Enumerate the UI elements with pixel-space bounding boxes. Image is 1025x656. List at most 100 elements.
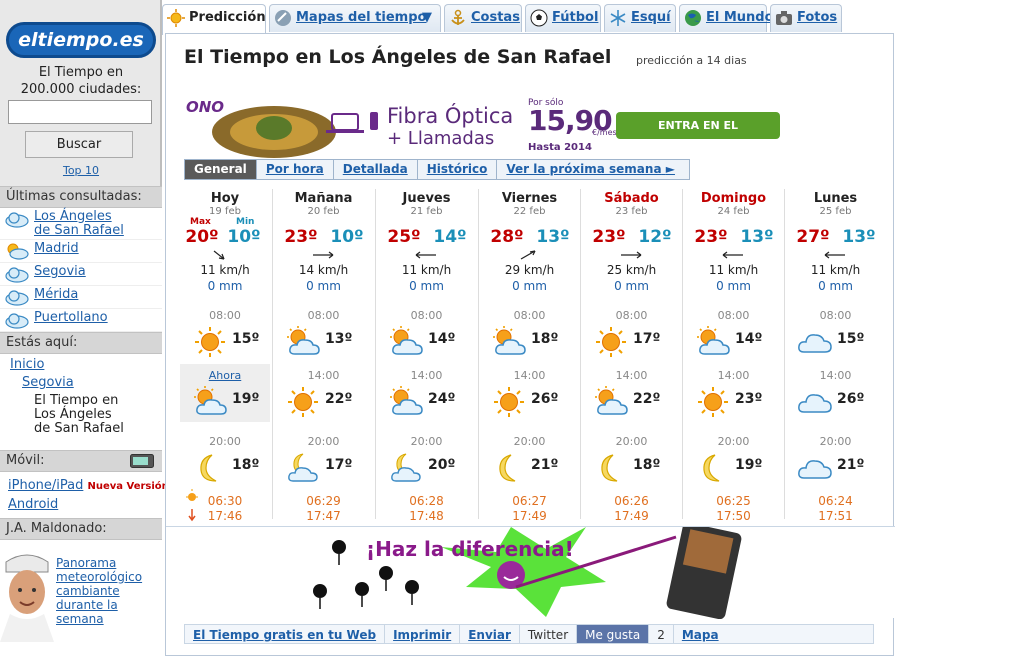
forecast-day: Viernes 22 feb 28º 13º 29 km/h 0 mm 08:00 18º 14… [478,189,580,523]
recent-item-madrid[interactable]: Madrid [0,240,162,263]
wind-direction-icon [721,249,745,259]
mobile-header: Móvil: [0,450,162,472]
sun-icon [491,385,527,419]
crumb-segovia[interactable]: Segovia [22,376,162,390]
forecast-day: Jueves 21 feb 25º 14º 11 km/h 0 mm 08:00 14º 14:… [375,189,477,523]
sunset-time: 17:49 [614,509,649,523]
tab-fotos[interactable]: Fotos [770,4,842,32]
recent-item-puertollano[interactable]: Puertollano [0,309,162,332]
top10-link[interactable]: Top 10 [0,164,162,177]
print-link[interactable]: Imprimir [385,625,461,643]
slot-temp: 21º [531,457,559,473]
recent-item-segovia[interactable]: Segovia [0,263,162,286]
sunset-time: 17:50 [716,509,751,523]
tab-el-mundo[interactable]: El Mundo [679,4,774,32]
slot-temp: 18º [633,457,661,473]
slot-temp: 14º [428,331,456,347]
cloud-icon [5,313,29,329]
sunrise-time: 06:26 [614,494,649,508]
day-date: 23 feb [615,206,648,217]
twitter-button[interactable]: Twitter [520,625,578,643]
bottom-ad-slogan: ¡Haz la diferencia! [366,537,574,561]
breadcrumb: Inicio Segovia El Tiempo en Los Ángeles … [0,354,162,450]
iphone-link[interactable]: iPhone/iPad [8,478,83,493]
slot-temp: 13º [325,331,353,347]
slot-time: 20:00 [209,435,241,448]
day-date: 20 feb [307,206,340,217]
satellite-icon [275,10,291,26]
here-header: Estás aquí: [0,332,162,354]
android-link[interactable]: Android [0,493,162,512]
slot-time: 08:00 [819,309,852,322]
snowflake-icon [610,10,626,26]
wind-direction-icon [311,249,335,259]
forecast-view-tabs: General Por hora Detallada Histórico Ver… [184,159,690,180]
moon-icon [192,451,228,485]
subtab-next-week[interactable]: Ver la próxima semana ► [497,160,684,179]
sunrise-time: 06:28 [409,494,444,508]
subtab-detallada[interactable]: Detallada [334,160,418,179]
recent-item-los-angeles[interactable]: Los Ángeles de San Rafael [0,208,162,240]
slot-time: 08:00 [615,309,648,322]
slot-temp: 22º [325,391,353,407]
author-panel: Panorama meteorológico cambiante durante… [0,540,162,656]
cloud-icon [5,290,29,306]
ad-price-unit: €/mes [592,128,617,137]
slot-time: 20:00 [410,435,443,448]
cloud-icon [5,212,29,228]
ono-banner-ad[interactable]: ONO Fibra Óptica + Llamadas Por sólo 15,… [184,96,784,159]
sunrise-time: 06:29 [306,494,341,508]
crumb-current: El Tiempo en Los Ángeles de San Rafael [34,393,124,436]
day-date: 25 feb [819,206,852,217]
slot-time: 14:00 [717,369,750,382]
sunset-time: 17:46 [207,509,243,523]
tab-costas[interactable]: Costas [444,4,522,32]
city-search-input[interactable] [8,100,152,124]
min-temp: 10º [330,227,364,247]
slot-temp: 15º [837,331,865,347]
forecast-day: Mañana 20 feb 23º 10º 14 km/h 0 mm 08:00 13º 14:… [272,189,374,523]
tab-esqui[interactable]: Esquí [604,4,676,32]
slot-temp: 26º [531,391,559,407]
now-link[interactable]: Ahora [180,369,270,382]
tab-prediccion[interactable]: Predicción [162,4,266,35]
crumb-home[interactable]: Inicio [10,358,162,372]
moon-icon [491,451,527,485]
chevron-down-icon[interactable]: ▼ [422,5,432,31]
email-link[interactable]: Enviar [460,625,520,643]
moon-icon [593,451,629,485]
cloud-icon [797,325,833,359]
forecast-range-label: predicción a 14 dias [636,54,747,67]
sun-cloud-icon [388,385,424,419]
precipitation: 0 mm [512,279,547,293]
subtab-historico[interactable]: Histórico [418,160,498,179]
recent-item-merida[interactable]: Mérida [0,286,162,309]
facebook-like-button[interactable]: Me gusta [577,625,650,643]
site-logo[interactable]: eltiempo.es [6,22,156,58]
sun-cloud-icon [192,385,228,419]
sun-icon [593,325,629,359]
tab-futbol[interactable]: Fútbol [525,4,601,32]
tab-mapas[interactable]: Mapas del tiempo ▼ [269,4,441,32]
subtab-general[interactable]: General [185,160,257,179]
top-tabs: Predicción Mapas del tiempo ▼ Costas Fút… [162,0,894,35]
slot-time: 20:00 [819,435,852,448]
max-temp: 23º [284,227,318,247]
day-date: 24 feb [717,206,750,217]
min-temp: 13º [740,227,774,247]
wind-speed: 14 km/h [298,263,349,277]
slot-temp: 23º [735,391,763,407]
min-temp: 13º [536,227,570,247]
subtab-por-hora[interactable]: Por hora [257,160,334,179]
precipitation: 0 mm [306,279,341,293]
author-header: J.A. Maldonado: [0,518,162,540]
map-link[interactable]: Mapa [674,625,727,643]
bottom-banner-ad[interactable]: ¡Haz la diferencia! [166,522,895,620]
slot-temp: 20º [428,457,456,473]
widget-link[interactable]: El Tiempo gratis en tu Web [185,625,386,643]
search-button[interactable]: Buscar [25,131,133,158]
author-article-link[interactable]: Panorama meteorológico cambiante durante… [56,556,142,626]
ad-cta-button[interactable]: ENTRA EN EL TORTUGADOR [616,112,780,159]
page-title: El Tiempo en Los Ángeles de San Rafael [184,46,612,68]
new-version-badge: Nueva Versión [87,481,169,492]
